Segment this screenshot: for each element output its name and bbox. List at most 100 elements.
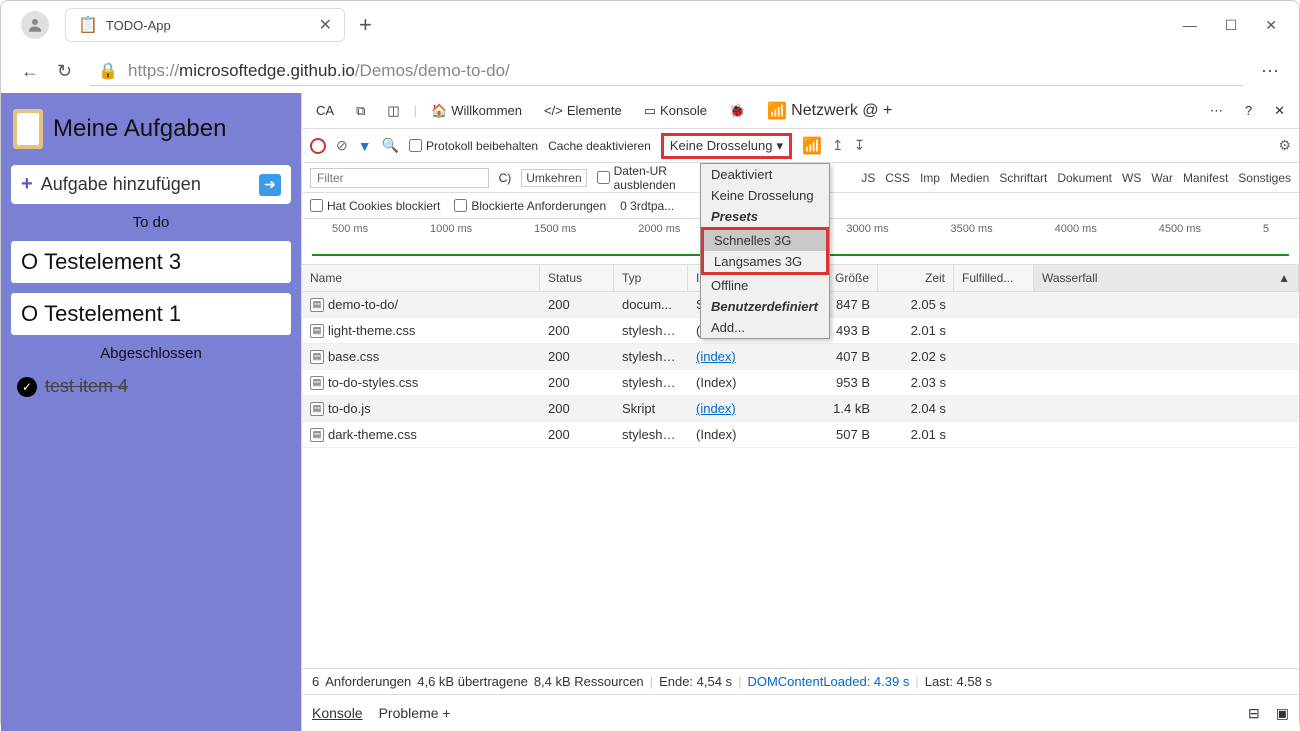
request-waterfall	[1034, 328, 1299, 334]
menu-add[interactable]: Add...	[701, 317, 829, 338]
menu-custom-header: Benutzerdefiniert	[701, 296, 829, 317]
submit-arrow-icon[interactable]: ➜	[259, 174, 281, 196]
refresh-button[interactable]: ↻	[57, 61, 72, 82]
tab-network[interactable]: 📶 Netzwerk @ +	[759, 97, 900, 125]
drawer-icon-2[interactable]: ▣	[1276, 705, 1289, 722]
blocked-requests-check[interactable]: Blockierte Anforderungen	[454, 199, 606, 213]
close-devtools-icon[interactable]: ✕	[1266, 99, 1293, 123]
tab-console[interactable]: ▭ Konsole	[636, 99, 715, 123]
finish-label: Ende: 4,54 s	[659, 674, 732, 689]
filter-type-schriftart[interactable]: Schriftart	[999, 171, 1047, 185]
menu-slow-3g[interactable]: Langsames 3G	[704, 251, 826, 272]
filter-types: JS CSS Imp Medien Schriftart Dokument WS War Man…	[861, 171, 1291, 185]
request-status: 200	[540, 372, 614, 393]
disable-cache-label[interactable]: Cache deaktivieren	[548, 139, 651, 153]
timeline-tick: 1500 ms	[534, 223, 576, 235]
table-row[interactable]: ▤ to-do-styles.css200styleshe...(Index)9…	[302, 370, 1299, 396]
drawer-icon-1[interactable]: ⊟	[1248, 705, 1260, 722]
export-icon[interactable]: ↧	[854, 137, 866, 154]
timeline-tick: 4500 ms	[1159, 223, 1201, 235]
dock-icon[interactable]: ◫	[379, 99, 407, 123]
filter-type-imp[interactable]: Imp	[920, 171, 940, 185]
filter-icon[interactable]: ▼	[358, 138, 372, 154]
browser-tab[interactable]: 📋 TODO-App ✕	[65, 8, 345, 42]
preserve-log-check[interactable]: Protokoll beibehalten	[409, 139, 538, 153]
col-status[interactable]: Status	[540, 265, 614, 291]
network-conditions-icon[interactable]: 📶	[802, 136, 822, 156]
filter-type-js[interactable]: JS	[861, 171, 875, 185]
request-name: demo-to-do/	[328, 297, 398, 312]
filter-type-manifest[interactable]: Manifest	[1183, 171, 1228, 185]
new-tab-button[interactable]: +	[359, 12, 372, 38]
filter-type-dokument[interactable]: Dokument	[1057, 171, 1112, 185]
col-waterfall[interactable]: Wasserfall ▲	[1034, 265, 1299, 291]
tab-elements[interactable]: </> Elemente	[536, 99, 630, 122]
import-icon[interactable]: ↥	[832, 137, 844, 154]
col-type[interactable]: Typ	[614, 265, 688, 291]
clear-button[interactable]: ⊘	[336, 137, 348, 154]
close-window-button[interactable]: ✕	[1265, 17, 1277, 34]
request-time: 2.01 s	[878, 424, 954, 445]
add-task-label: Aufgabe hinzufügen	[41, 174, 251, 195]
tab-welcome[interactable]: 🏠 Willkommen	[423, 99, 530, 123]
filter-type-medien[interactable]: Medien	[950, 171, 989, 185]
help-icon[interactable]: ?	[1237, 99, 1260, 122]
request-waterfall	[1034, 380, 1299, 386]
more-tools-icon[interactable]: ⋯	[1202, 99, 1231, 123]
blocked-cookies-check[interactable]: Hat Cookies blockiert	[310, 199, 440, 213]
filter-input[interactable]	[310, 168, 489, 188]
thirdparty-label: 0 3rdtpa...	[620, 199, 674, 213]
invert-button[interactable]: Umkehren	[521, 169, 586, 187]
timeline-tick: 3500 ms	[951, 223, 993, 235]
back-button[interactable]: ←	[21, 61, 39, 82]
table-row[interactable]: ▤ base.css200styleshe...(index)407 B2.02…	[302, 344, 1299, 370]
profile-avatar[interactable]	[21, 11, 49, 39]
menu-offline[interactable]: Offline	[701, 275, 829, 296]
device-toggle-icon[interactable]: ⧉	[348, 99, 373, 123]
request-time: 2.04 s	[878, 398, 954, 419]
bug-icon[interactable]: 🐞	[721, 99, 753, 123]
more-menu-icon[interactable]: ⋯	[1261, 61, 1279, 82]
browser-addressbar: ← ↻ 🔒 https://microsoftedge.github.io/De…	[1, 49, 1299, 93]
request-size: 407 B	[808, 346, 878, 367]
task-item[interactable]: O Testelement 1	[11, 293, 291, 335]
tab-close-icon[interactable]: ✕	[319, 15, 332, 35]
filter-type-war[interactable]: War	[1151, 171, 1173, 185]
record-button[interactable]	[310, 138, 326, 154]
minimize-button[interactable]: —	[1183, 17, 1197, 34]
devtools-tabs: CA ⧉ ◫ | 🏠 Willkommen </> Elemente ▭ Kon…	[302, 93, 1299, 129]
col-fulfilled[interactable]: Fulfilled...	[954, 265, 1034, 291]
col-name[interactable]: Name	[302, 265, 540, 291]
request-fulfilled	[954, 380, 1034, 386]
request-status: 200	[540, 424, 614, 445]
filter-type-ws[interactable]: WS	[1122, 171, 1141, 185]
drawer-console-tab[interactable]: Konsole	[312, 705, 363, 721]
throttling-dropdown[interactable]: Keine Drosselung▾	[661, 133, 792, 159]
todo-title: Meine Aufgaben	[53, 115, 226, 143]
task-item[interactable]: O Testelement 3	[11, 241, 291, 283]
filter-type-css[interactable]: CSS	[885, 171, 910, 185]
add-task-box[interactable]: + Aufgabe hinzufügen ➜	[11, 165, 291, 204]
col-time[interactable]: Zeit	[878, 265, 954, 291]
table-row[interactable]: ▤ dark-theme.css200styleshe...(Index)507…	[302, 422, 1299, 448]
timeline-tick: 1000 ms	[430, 223, 472, 235]
drawer-problems-tab[interactable]: Probleme +	[379, 705, 451, 721]
settings-gear-icon[interactable]: ⚙	[1278, 137, 1291, 154]
maximize-button[interactable]: ☐	[1225, 17, 1238, 34]
menu-no-throttle[interactable]: Keine Drosselung	[701, 185, 829, 206]
transferred-label: 4,6 kB übertragene	[417, 674, 528, 689]
menu-disabled[interactable]: Deaktiviert	[701, 164, 829, 185]
table-row[interactable]: ▤ to-do.js200Skript(index)1.4 kB2.04 s	[302, 396, 1299, 422]
file-icon: ▤	[310, 428, 324, 442]
last-label: Last: 4.58 s	[925, 674, 992, 689]
site-info-icon[interactable]: 🔒	[98, 61, 118, 81]
search-icon[interactable]: 🔍	[382, 137, 399, 154]
task-done-item[interactable]: ✓ test item 4	[11, 372, 291, 401]
throttling-menu: Deaktiviert Keine Drosselung Presets Sch…	[700, 163, 830, 339]
inspect-button[interactable]: CA	[308, 99, 342, 122]
url-field[interactable]: 🔒 https://microsoftedge.github.io/Demos/…	[90, 57, 1243, 86]
menu-fast-3g[interactable]: Schnelles 3G	[704, 230, 826, 251]
filter-type-sonstiges[interactable]: Sonstiges	[1238, 171, 1291, 185]
request-initiator[interactable]: (index)	[696, 401, 736, 416]
request-initiator[interactable]: (index)	[696, 349, 736, 364]
